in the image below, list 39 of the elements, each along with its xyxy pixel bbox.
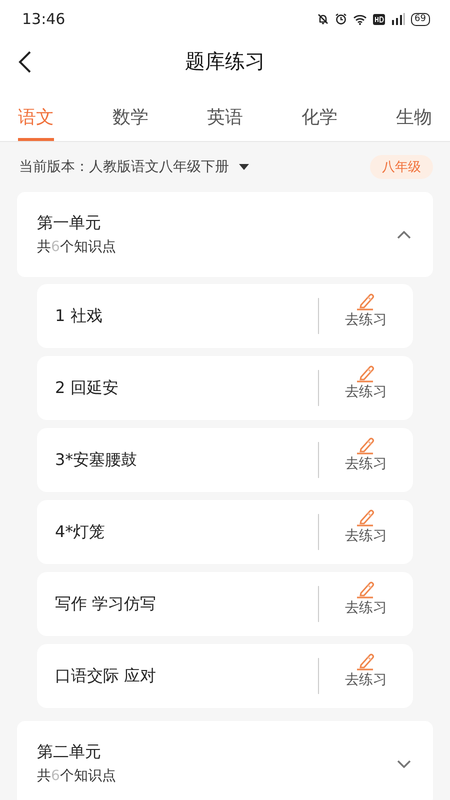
knowledge-count: 共6个知识点 (37, 767, 116, 785)
pencil-icon (355, 363, 377, 383)
bell-off-icon (316, 13, 329, 25)
signal-icon (390, 13, 405, 25)
pencil-icon (355, 435, 377, 455)
subject-tab[interactable]: 英语 (207, 84, 243, 141)
subject-tab[interactable]: 化学 (302, 84, 338, 141)
lesson-title: 写作 学习仿写 (55, 594, 156, 614)
unit-header[interactable]: 第二单元 共6个知识点 (17, 721, 433, 800)
subject-tab[interactable]: 数学 (112, 84, 148, 141)
unit-title: 第一单元 (37, 213, 102, 234)
knowledge-count: 共6个知识点 (37, 238, 116, 256)
version-selector[interactable]: 当前版本：人教版语文八年级下册 (17, 158, 249, 176)
pencil-icon (355, 291, 377, 311)
unit-title: 第二单元 (37, 742, 102, 763)
grade-badge: 八年级 (370, 155, 433, 179)
subject-tab[interactable]: 生物 (396, 84, 432, 141)
practice-button[interactable]: 去练习 (318, 442, 413, 478)
unit-header[interactable]: 第一单元 共6个知识点 (17, 192, 433, 277)
wifi-icon (352, 14, 367, 24)
hd-icon (372, 14, 385, 24)
pencil-icon (355, 651, 377, 671)
practice-button[interactable]: 去练习 (318, 586, 413, 622)
pencil-icon (355, 507, 377, 527)
lesson-title: 1 社戏 (55, 306, 102, 326)
battery-level: 69 (410, 12, 430, 26)
status-time: 13:46 (22, 10, 66, 28)
practice-button[interactable]: 去练习 (318, 658, 413, 694)
caret-icon (239, 164, 249, 170)
practice-button[interactable]: 去练习 (318, 298, 413, 334)
lesson-title: 2 回延安 (55, 378, 118, 398)
practice-button[interactable]: 去练习 (318, 514, 413, 550)
page-title: 题库练习 (185, 48, 265, 74)
lesson-title: 口语交际 应对 (55, 666, 156, 686)
lesson-title: 4*灯笼 (55, 522, 106, 542)
lesson-title: 3*安塞腰鼓 (55, 450, 138, 470)
alarm-icon (334, 13, 347, 25)
practice-button[interactable]: 去练习 (318, 370, 413, 406)
pencil-icon (355, 579, 377, 599)
